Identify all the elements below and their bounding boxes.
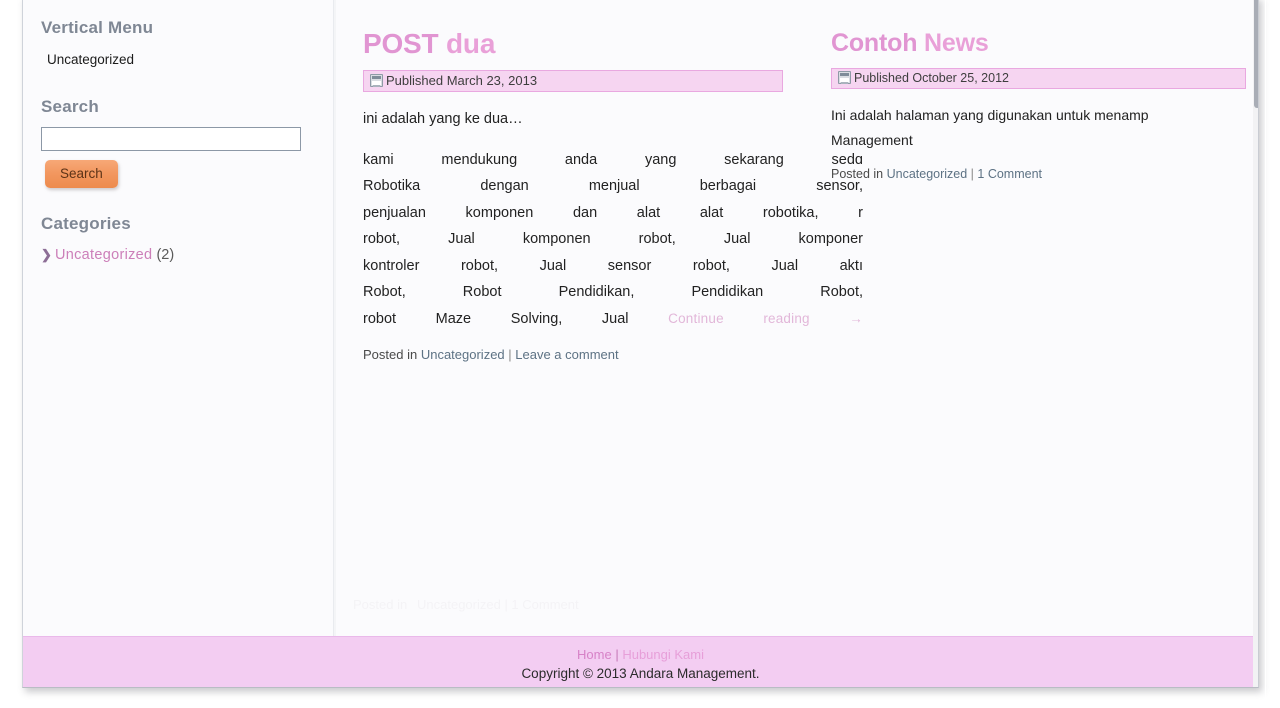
post-body-line: Management [831,132,913,148]
ghost-artifact-text: Posted in [353,597,408,612]
category-count: (2) [156,247,175,263]
main-content: POST dua Published March 23, 2013 ini ad… [335,0,1258,637]
post-body-line: penjualan komponen dan alat alat robotik… [363,204,863,221]
post-meta: Published March 23, 2013 [363,70,783,92]
posted-in-label: Posted in [831,167,887,181]
post-article: POST dua Published March 23, 2013 ini ad… [363,28,863,364]
continue-reading-link[interactable]: Continue reading → [668,311,863,326]
browser-viewport: Vertical Menu Uncategorized Search Searc… [0,0,1280,708]
widget-categories: Categories ❯ Uncategorized (2) [41,214,315,266]
widget-title-vertical-menu: Vertical Menu [41,18,154,37]
widget-search: Search Search [41,97,315,188]
post-footer: Posted in Uncategorized | Leave a commen… [363,346,863,364]
post-footer: Posted in Uncategorized | 1 Comment [831,165,1258,183]
post-title[interactable]: POST dua [363,28,863,60]
sidebar-item-uncategorized[interactable]: Uncategorized [47,48,315,72]
search-input[interactable] [41,127,301,151]
post-body-last-line: robot Maze Solving, Jual Continue readin… [363,306,863,333]
vertical-scrollbar-track[interactable] [1253,0,1258,687]
footer-separator: | [967,167,978,181]
leave-a-comment-link[interactable]: Leave a comment [515,347,618,362]
post-body-line: robot, Jual komponen robot, Jual kompone… [363,231,863,247]
post-category-link[interactable]: Uncategorized [421,347,505,362]
post-category-link[interactable]: Uncategorized [887,167,968,181]
post-title-strong: Contoh [831,29,918,57]
ghost-artifact-text: Uncategorized | 1 Comment [417,597,579,612]
post-title-rest: dua [438,28,496,59]
sidebar-item-label: Uncategorized [47,52,135,67]
post-body-line: Robot, Robot Pendidikan, Pendidikan Robo… [363,284,863,300]
post-body-line-text: robot Maze Solving, Jual [363,310,669,327]
category-link-uncategorized[interactable]: Uncategorized [55,247,152,263]
post-body: Ini adalah halaman yang digunakan untuk … [831,103,1258,153]
window-right-edge [1265,0,1266,708]
post-body-line: kami mendukung anda yang sekarang sedɑ [363,151,863,168]
footer-link-home[interactable]: Home [577,647,612,662]
page-container: Vertical Menu Uncategorized Search Searc… [22,0,1259,688]
post-title-strong: POST [363,28,439,59]
post-body-line: kontroler robot, Jual sensor robot, Jual… [363,257,863,274]
footer-nav: Home | Hubungi Kami [23,646,1258,664]
post-intro: ini adalah yang ke dua… [363,111,523,127]
calendar-icon [838,71,851,84]
post-published-date: Published March 23, 2013 [386,73,538,88]
post-article: Contoh News Published October 25, 2012 I… [831,28,1258,183]
post-body-line: Robotika dengan menjual berbagai sensor, [363,178,863,194]
widget-vertical-menu: Vertical Menu Uncategorized [41,18,315,72]
post-body: ini adalah yang ke dua… kami mendukung a… [363,106,863,332]
search-button[interactable]: Search [45,160,118,188]
category-list: ❯ Uncategorized (2) [41,244,315,266]
category-list-item: ❯ Uncategorized (2) [41,244,315,266]
footer-separator: | [504,347,516,362]
calendar-icon [370,74,383,87]
comment-count-link[interactable]: 1 Comment [977,167,1042,181]
post-published-date: Published October 25, 2012 [854,71,1009,85]
post-meta: Published October 25, 2012 [831,68,1246,89]
post-body-line: Ini adalah halaman yang digunakan untuk … [831,107,1149,123]
sidebar: Vertical Menu Uncategorized Search Searc… [23,0,333,637]
chevron-right-icon: ❯ [41,247,52,262]
widget-title-search: Search [41,97,99,116]
post-title[interactable]: Contoh News [831,28,1258,58]
posted-in-label: Posted in [363,347,421,362]
vertical-scrollbar-thumb[interactable] [1254,0,1258,108]
post-title-rest: News [917,29,989,57]
widget-title-categories: Categories [41,214,131,233]
site-footer: Home | Hubungi Kami Copyright © 2013 And… [23,636,1258,687]
footer-nav-separator: | [615,647,619,662]
footer-link-hubungi-kami[interactable]: Hubungi Kami [622,647,704,662]
vertical-menu-list: Uncategorized [41,48,315,72]
footer-copyright: Copyright © 2013 Andara Management. [521,666,760,681]
